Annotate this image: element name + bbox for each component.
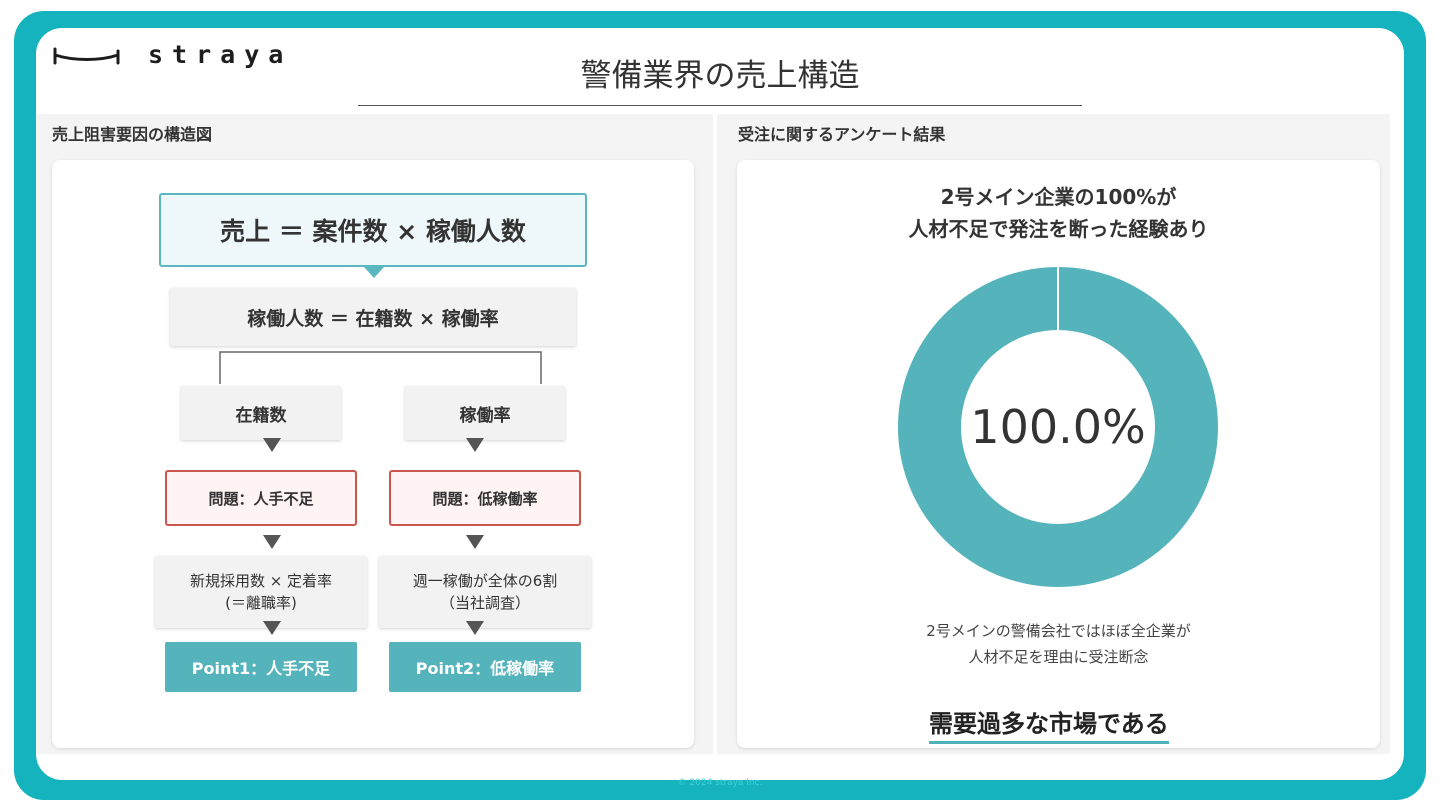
down-arrow-icon [263,438,281,452]
structure-section-title: 売上阻害要因の構造図 [52,125,213,144]
chart-title-line: 2号メイン企業の100%が [940,185,1177,209]
note-box-hiring-retention: 新規採用数 × 定着率 (＝離職率) [155,556,367,628]
chart-title-line: 人材不足で発注を断った経験あり [908,217,1209,241]
chart-caption-line: 2号メインの警備会社ではほぼ全企業が [926,622,1191,640]
down-arrow-icon [263,621,281,635]
problem-box-low-operating-rate: 問題：低稼働率 [389,470,581,526]
brand-logo: straya [52,40,292,69]
note-line: 新規採用数 × 定着率 [189,572,333,590]
down-arrow-icon [263,535,281,549]
problem-box-staff-shortage: 問題：人手不足 [165,470,357,526]
point-box-staff-shortage: Point1：人手不足 [165,642,357,692]
survey-section-title: 受注に関するアンケート結果 [738,125,946,144]
branch-connector [219,351,542,384]
hanger-line-icon [53,47,120,64]
structure-diagram-card: 売上 ＝ 案件数 × 稼働人数 稼働人数 ＝ 在籍数 × 稼働率 在籍数 問題：… [52,160,694,748]
survey-chart-card: 2号メイン企業の100%が 人材不足で発注を断った経験あり 100.0% 2号メ… [737,160,1380,748]
copyright-footer: © 2024 straya Inc. [677,778,763,788]
survey-panel: 受注に関するアンケート結果 2号メイン企業の100%が 人材不足で発注を断った経… [717,114,1390,754]
page-title: 警備業界の売上構造 [358,50,1082,106]
donut-center-label: 100.0% [970,400,1145,454]
down-arrow-icon [466,438,484,452]
branch-label-enrollment: 在籍数 [181,386,341,440]
chart-caption-line: 人材不足を理由に受注断念 [968,648,1149,666]
note-box-weekly-operation: 週一稼働が全体の6割 （当社調査） [379,556,591,628]
formula-connector-triangle [364,267,384,278]
brand-name: straya [148,40,293,69]
formula-sales: 売上 ＝ 案件数 × 稼働人数 [159,193,587,267]
structure-panel: 売上阻害要因の構造図 売上 ＝ 案件数 × 稼働人数 稼働人数 ＝ 在籍数 × … [36,114,713,754]
note-line: (＝離職率) [225,594,297,612]
donut-chart: 100.0% [898,267,1218,587]
formula-operating-staff: 稼働人数 ＝ 在籍数 × 稼働率 [170,288,576,346]
point-box-low-operating-rate: Point2：低稼働率 [389,642,581,692]
branch-label-operating-rate: 稼働率 [405,386,565,440]
down-arrow-icon [466,535,484,549]
note-line: 週一稼働が全体の6割 [412,572,558,590]
down-arrow-icon [466,621,484,635]
conclusion-text: 需要過多な市場である [929,704,1169,744]
note-line: （当社調査） [439,594,530,612]
slide-body: straya 警備業界の売上構造 売上阻害要因の構造図 売上 ＝ 案件数 × 稼… [36,28,1404,780]
